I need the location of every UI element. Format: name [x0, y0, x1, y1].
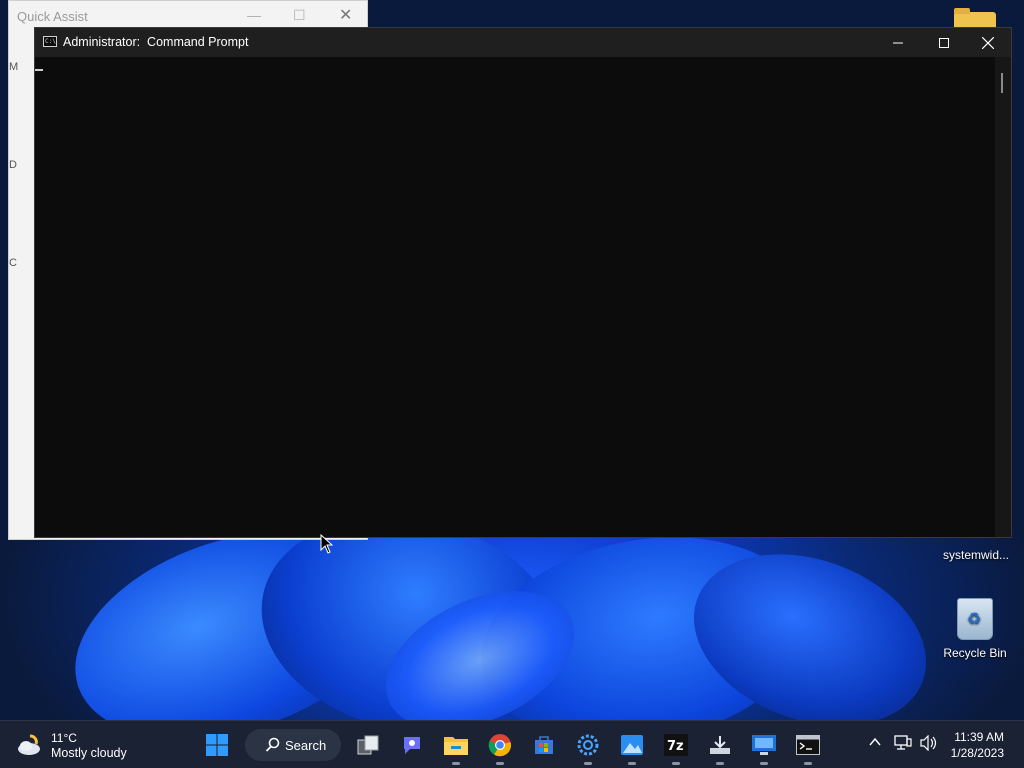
- task-view-button[interactable]: [352, 729, 384, 761]
- mouse-pointer-icon: [320, 534, 334, 554]
- weather-widget[interactable]: 11°C Mostly cloudy: [16, 729, 156, 761]
- network-icon[interactable]: [894, 735, 912, 751]
- cloudy-weather-icon: [18, 734, 40, 755]
- weather-temperature: 11°C: [51, 731, 77, 745]
- photos-button[interactable]: [616, 729, 648, 765]
- text-cursor: [35, 69, 43, 71]
- settings-button[interactable]: [572, 729, 604, 765]
- desktop-icon-recycle-bin[interactable]: ♻ Recycle Bin: [940, 598, 1010, 660]
- desktop-icon-label: Recycle Bin: [943, 646, 1007, 660]
- svg-text:7z: 7z: [667, 739, 684, 754]
- running-indicator: [804, 762, 812, 765]
- desktop-icon-systemwide[interactable]: systemwid...: [938, 548, 1014, 562]
- 7zip-icon: 7z: [664, 734, 688, 756]
- taskbar-search[interactable]: Search: [245, 729, 341, 761]
- minimize-icon[interactable]: —: [247, 7, 261, 23]
- minimize-icon: [893, 42, 903, 43]
- microsoft-store-icon: [535, 736, 553, 754]
- quick-assist-title: Quick Assist: [17, 9, 88, 24]
- maximize-button[interactable]: [921, 28, 967, 57]
- running-indicator: [496, 762, 504, 765]
- store-button[interactable]: [528, 729, 560, 761]
- taskbar: 11°C Mostly cloudy Search 7z 11:39 AM 1/…: [0, 720, 1024, 768]
- taskbar-clock[interactable]: 11:39 AM 1/28/2023: [934, 729, 1004, 761]
- close-icon: [982, 36, 994, 49]
- title-bar[interactable]: C:\ Administrator: Command Prompt: [35, 28, 1011, 57]
- download-installer-icon: [710, 736, 730, 754]
- photos-icon: [621, 735, 643, 755]
- file-explorer-button[interactable]: [440, 729, 472, 765]
- command-prompt-taskbar-button[interactable]: [792, 729, 824, 765]
- weather-condition: Mostly cloudy: [51, 746, 127, 760]
- vertical-scrollbar[interactable]: [995, 57, 1011, 537]
- teams-chat-icon: [404, 737, 420, 754]
- recycle-bin-icon: ♻: [957, 598, 993, 640]
- quick-assist-text-fragment: C: [9, 257, 17, 269]
- search-label: Search: [285, 737, 327, 753]
- running-indicator: [760, 762, 768, 765]
- start-button[interactable]: [201, 729, 233, 761]
- minimize-button[interactable]: [875, 28, 921, 57]
- maximize-icon[interactable]: ☐: [293, 7, 306, 24]
- command-prompt-icon: C:\: [43, 36, 57, 47]
- chrome-icon: [488, 734, 512, 757]
- desktop-icon-label: systemwid...: [942, 548, 1009, 562]
- installer-button[interactable]: [704, 729, 736, 765]
- 7zip-button[interactable]: 7z: [660, 729, 692, 765]
- scrollbar-thumb[interactable]: [1001, 73, 1003, 93]
- close-icon[interactable]: ✕: [339, 5, 352, 25]
- running-indicator: [716, 762, 724, 765]
- running-indicator: [452, 762, 460, 765]
- gear-icon: [577, 734, 599, 756]
- clock-date: 1/28/2023: [950, 746, 1004, 760]
- task-view-icon: [357, 735, 379, 755]
- quick-assist-text-fragment: D: [9, 159, 17, 171]
- quick-assist-text-fragment: M: [9, 61, 19, 73]
- command-prompt-icon: [796, 735, 820, 755]
- clock-time: 11:39 AM: [954, 730, 1004, 744]
- chrome-button[interactable]: [484, 729, 516, 765]
- running-indicator: [628, 762, 636, 765]
- search-icon: [265, 737, 280, 752]
- window-title: Administrator: Command Prompt: [63, 35, 249, 49]
- close-button[interactable]: [965, 28, 1011, 57]
- remote-desktop-button[interactable]: [748, 729, 780, 765]
- running-indicator: [584, 762, 592, 765]
- windows-logo-icon: [206, 734, 228, 756]
- folder-icon[interactable]: [954, 8, 996, 28]
- chevron-up-icon[interactable]: [868, 735, 882, 749]
- console-output[interactable]: [35, 57, 997, 537]
- remote-desktop-icon: [752, 735, 776, 755]
- file-explorer-icon: [444, 737, 468, 755]
- maximize-icon: [939, 37, 949, 48]
- command-prompt-window[interactable]: C:\ Administrator: Command Prompt: [34, 27, 1012, 538]
- chat-button[interactable]: [396, 729, 428, 761]
- running-indicator: [672, 762, 680, 765]
